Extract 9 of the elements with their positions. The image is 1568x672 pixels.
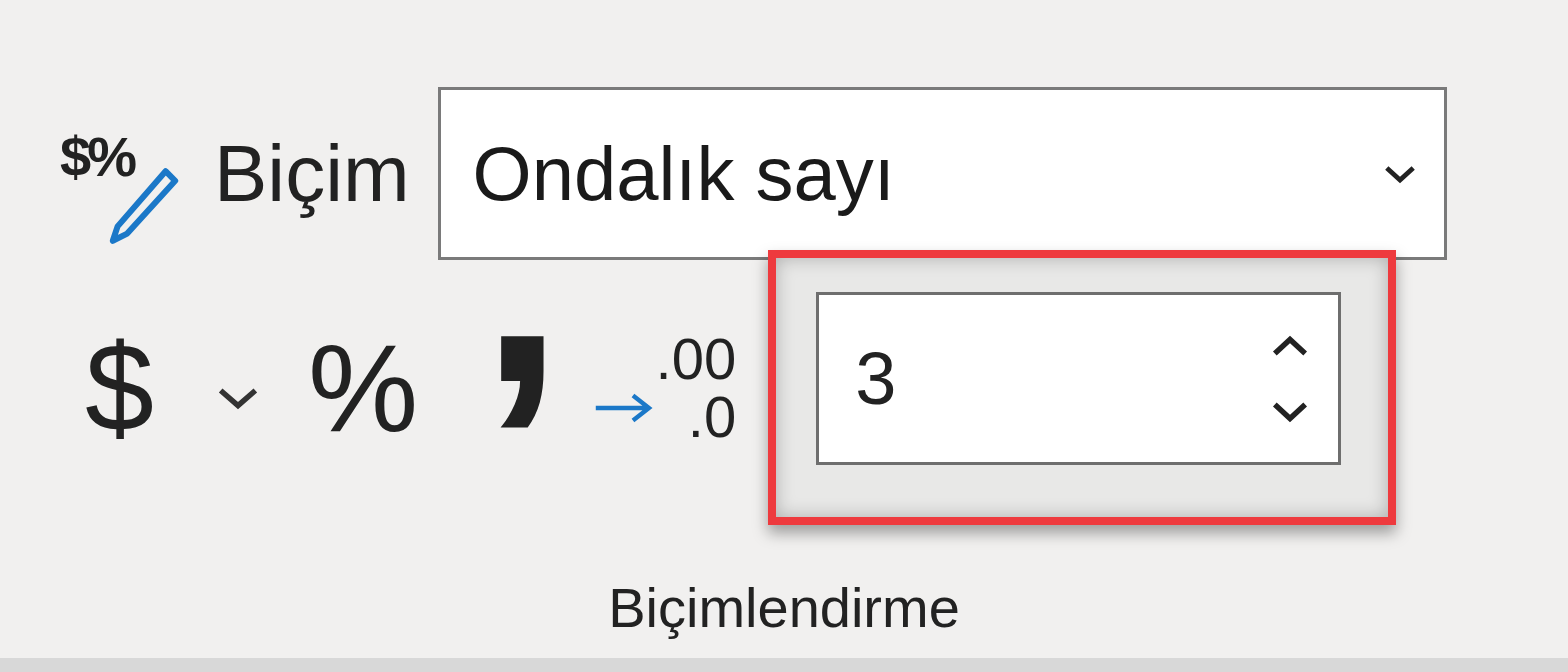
format-button[interactable]: %	[307, 325, 419, 450]
decrease-decimal-button[interactable]: .00 .0	[593, 329, 737, 446]
format-button[interactable]: $	[85, 325, 154, 450]
format-dropdown[interactable]: Ondalık sayı	[437, 87, 1447, 260]
decimal-places-spinner[interactable]: 3	[816, 292, 1342, 465]
group-label: Biçimlendirme	[608, 575, 960, 640]
format-icon-text: $%	[60, 123, 133, 189]
comma-style-button[interactable]: ,	[480, 332, 564, 443]
format-label: Biçim	[214, 127, 410, 220]
